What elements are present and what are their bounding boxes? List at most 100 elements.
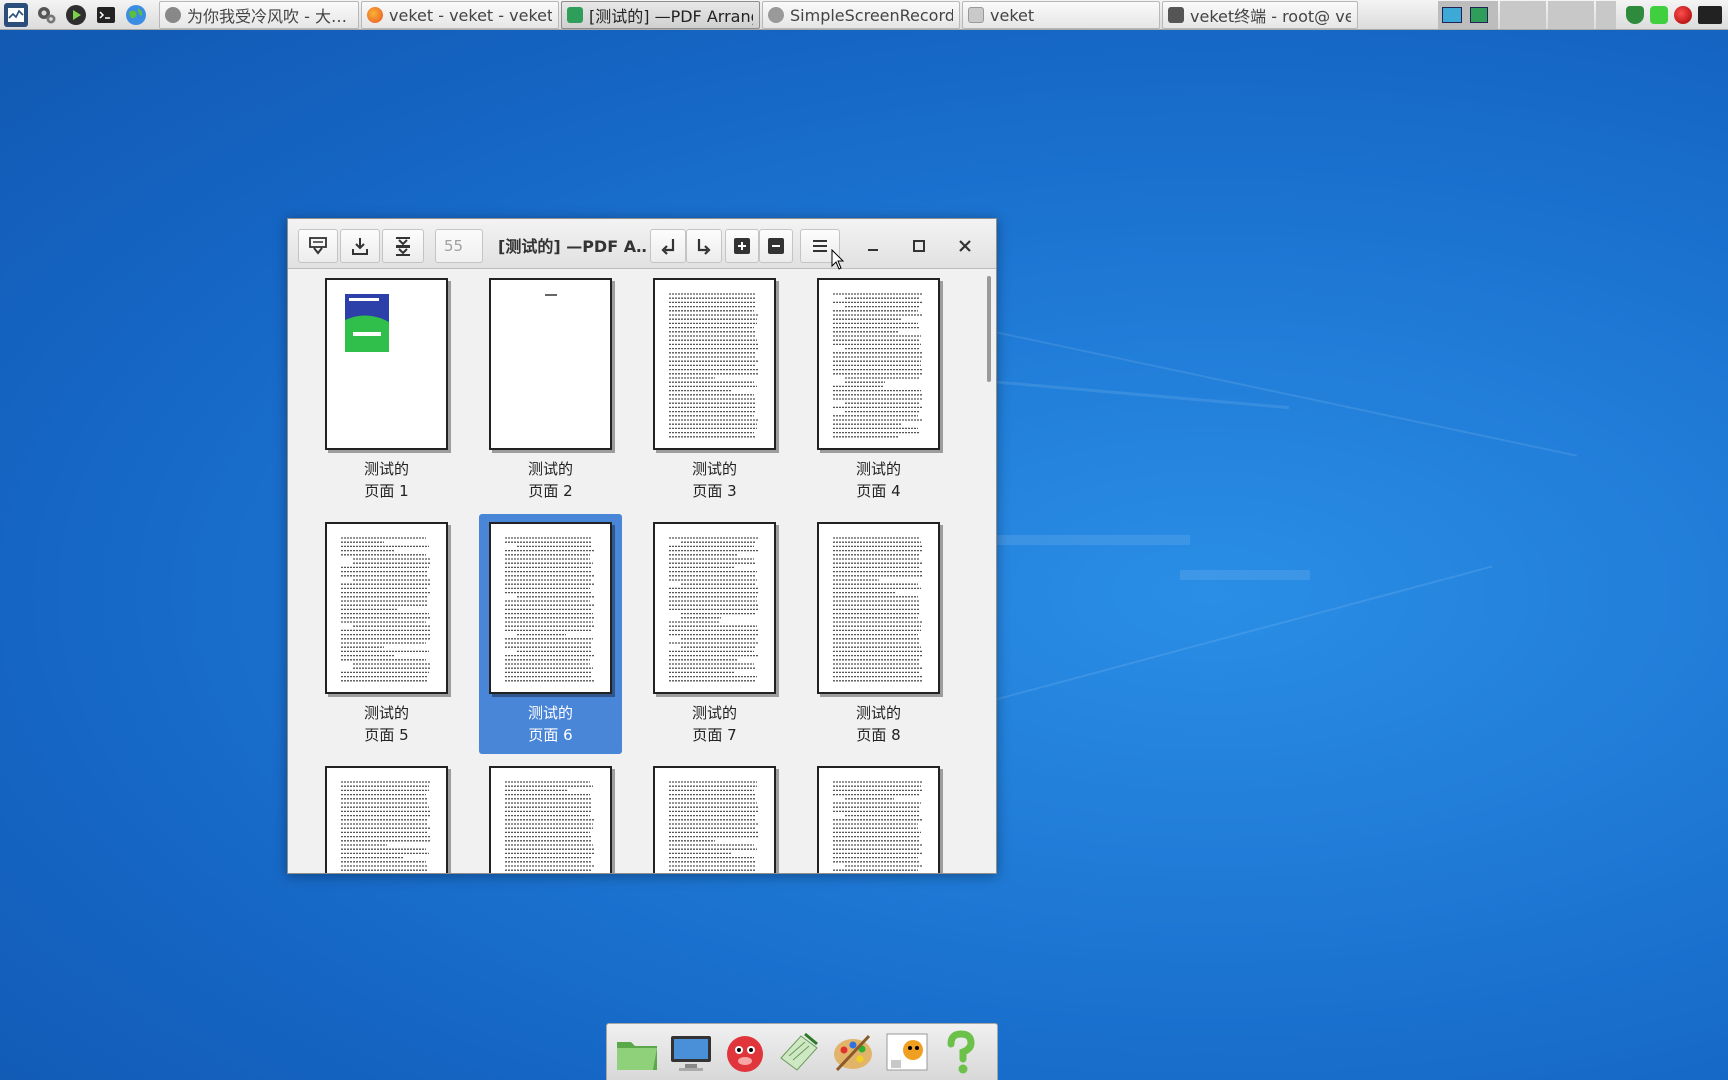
taskbar-task-active[interactable]: [测试的] —PDF Arranger: [561, 1, 760, 29]
page-preview: [325, 278, 448, 450]
pdf-arranger-icon: [567, 7, 583, 23]
top-taskbar: 为你我受冷风吹 - 大… veket - veket - veket … [测试…: [0, 0, 1728, 30]
page-caption: 测试的 页面 5: [363, 704, 409, 744]
task-label: veket终端 - root@ vek…: [1190, 7, 1351, 26]
maximize-button[interactable]: [901, 229, 937, 263]
page-caption: 测试的 页面 6: [527, 704, 573, 744]
page-preview: [489, 278, 612, 450]
task-label: veket - veket - veket …: [389, 5, 552, 25]
pdf-arranger-window: 55 [测试的] —PDF A… 测试的 页面 1 测试的 页面 2 测试的 页…: [287, 218, 997, 874]
save-as-icon: [352, 238, 368, 255]
workspace-pager-3[interactable]: [1548, 1, 1594, 29]
record-icon[interactable]: [1674, 6, 1692, 24]
page-caption: 测试的 页面 2: [527, 460, 573, 500]
page-thumbnail-grid: 测试的 页面 1 测试的 页面 2 测试的 页面 3 测试的 页面 4 测试的 页面 5…: [288, 270, 996, 873]
page-thumbnail[interactable]: 测试的 页面 7: [643, 514, 786, 754]
web-browser-icon[interactable]: [124, 3, 148, 27]
minimize-icon: [868, 249, 878, 251]
paint-palette-icon[interactable]: [829, 1028, 877, 1076]
folder-icon: [968, 7, 984, 23]
keyboard-icon[interactable]: [1698, 6, 1722, 24]
wallpaper-streak: [1180, 570, 1310, 580]
page-number-entry[interactable]: 55: [435, 229, 483, 263]
shield-icon[interactable]: [1626, 6, 1644, 24]
maximize-icon: [913, 240, 925, 252]
screen-recorder-icon: [768, 7, 784, 23]
wallpaper-streak: [990, 535, 1190, 545]
page-thumbnail[interactable]: [315, 758, 458, 873]
photo-viewer-icon[interactable]: [883, 1028, 931, 1076]
taskbar-task[interactable]: veket - veket - veket …: [361, 1, 559, 29]
workspace-window-icon: [1442, 7, 1462, 23]
page-caption: 测试的 页面 1: [363, 460, 409, 500]
page-preview: [325, 766, 448, 873]
rotate-right-button[interactable]: [686, 229, 722, 263]
save-as-button[interactable]: [340, 229, 380, 263]
close-icon: [959, 240, 971, 252]
task-label: [测试的] —PDF Arranger: [589, 7, 753, 26]
page-preview: [489, 766, 612, 873]
page-preview: [325, 522, 448, 694]
workspace-pager-2[interactable]: [1500, 1, 1546, 29]
zoom-out-button[interactable]: [759, 229, 793, 263]
workspace-window-icon: [1470, 7, 1488, 23]
taskbar-task[interactable]: veket终端 - root@ vek…: [1162, 1, 1358, 29]
taskbar-task[interactable]: 为你我受冷风吹 - 大…: [159, 1, 359, 29]
firefox-icon: [367, 7, 383, 23]
workspace-pager-1[interactable]: [1438, 1, 1498, 29]
page-caption: 测试的 页面 3: [691, 460, 737, 500]
task-label: 为你我受冷风吹 - 大…: [187, 7, 347, 26]
export-button[interactable]: [382, 229, 424, 263]
page-thumbnail[interactable]: [807, 758, 950, 873]
terminal-icon: [1168, 7, 1184, 23]
zoom-in-icon: [734, 238, 750, 254]
zoom-out-icon: [768, 238, 784, 254]
rotate-left-button[interactable]: [650, 229, 686, 263]
music-player-icon: [165, 7, 181, 23]
page-preview: [817, 278, 940, 450]
display-settings-icon[interactable]: [667, 1028, 715, 1076]
save-button[interactable]: [298, 229, 338, 263]
file-manager-icon[interactable]: [613, 1028, 661, 1076]
page-preview: [653, 522, 776, 694]
page-preview: [653, 766, 776, 873]
wallpaper-streak: [989, 565, 1493, 702]
battery-icon[interactable]: [1650, 6, 1668, 24]
page-preview: [653, 278, 776, 450]
task-label: SimpleScreenRecorder: [790, 5, 953, 25]
close-button[interactable]: [947, 229, 983, 263]
page-thumbnail[interactable]: 测试的 页面 2: [479, 270, 622, 510]
page-thumbnail[interactable]: 测试的 页面 3: [643, 270, 786, 510]
page-thumbnail[interactable]: 测试的 页面 8: [807, 514, 950, 754]
help-icon[interactable]: [937, 1028, 985, 1076]
page-preview: [817, 522, 940, 694]
page-thumbnail[interactable]: 测试的 页面 1: [315, 270, 458, 510]
media-play-icon[interactable]: [64, 3, 88, 27]
page-thumbnail[interactable]: 测试的 页面 4: [807, 270, 950, 510]
export-icon: [396, 237, 410, 256]
page-caption: 测试的 页面 8: [855, 704, 901, 744]
page-caption: 测试的 页面 4: [855, 460, 901, 500]
page-thumbnail[interactable]: 测试的 页面 6: [479, 514, 622, 754]
save-icon: [309, 237, 327, 255]
minimize-button[interactable]: [855, 229, 891, 263]
page-thumbnail[interactable]: [643, 758, 786, 873]
mascot-icon[interactable]: [721, 1028, 769, 1076]
page-thumbnail[interactable]: 测试的 页面 5: [315, 514, 458, 754]
system-monitor-icon[interactable]: [4, 3, 28, 27]
scrollbar[interactable]: [987, 276, 991, 382]
taskbar-task[interactable]: veket: [962, 1, 1160, 29]
taskbar-task[interactable]: SimpleScreenRecorder: [762, 1, 960, 29]
task-label: veket: [990, 5, 1035, 25]
workspace-pager-4[interactable]: [1596, 1, 1616, 29]
page-preview: [817, 766, 940, 873]
terminal-icon[interactable]: [94, 3, 118, 27]
hamburger-menu-icon: [813, 240, 827, 252]
zoom-in-button[interactable]: [725, 229, 759, 263]
header-bar: 55 [测试的] —PDF A…: [288, 219, 996, 270]
window-title: [测试的] —PDF A…: [498, 237, 648, 256]
page-thumbnail[interactable]: [479, 758, 622, 873]
rotate-right-icon: [697, 239, 711, 255]
text-editor-icon[interactable]: [775, 1028, 823, 1076]
settings-gears-icon[interactable]: [34, 3, 58, 27]
